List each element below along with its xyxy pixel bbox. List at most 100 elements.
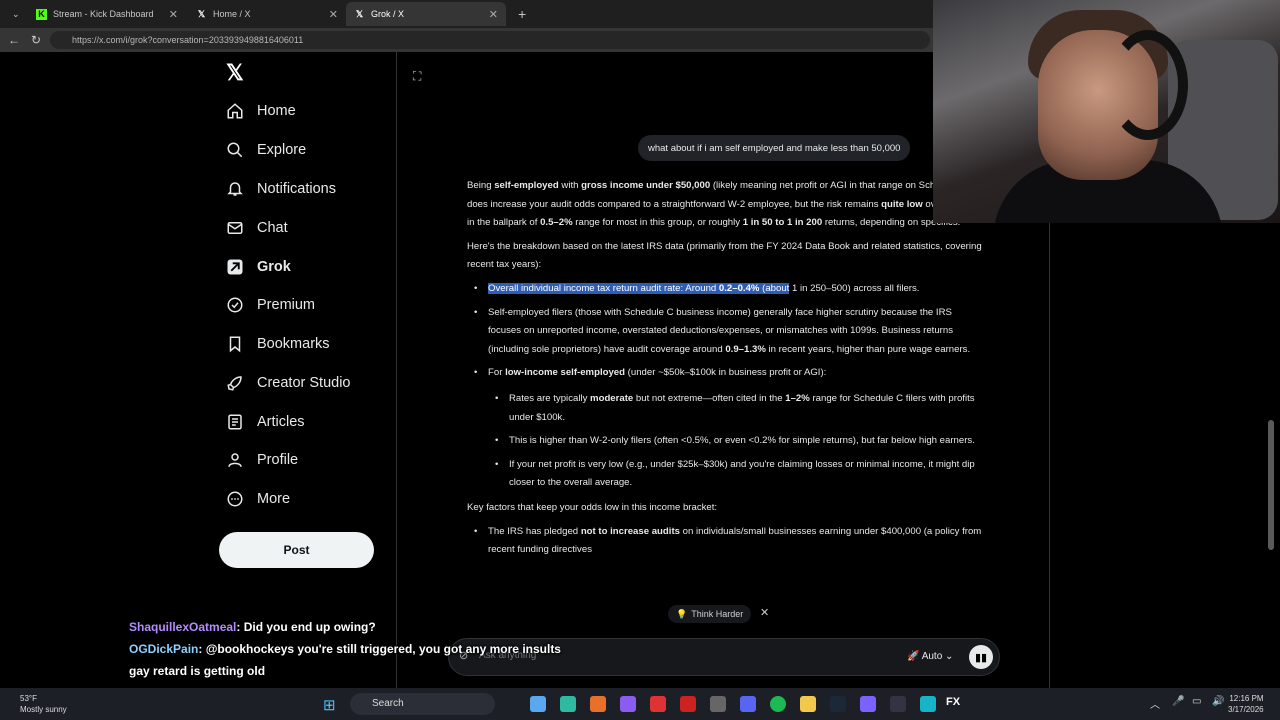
app-icon[interactable] xyxy=(650,696,666,712)
list-item: Rates are typically moderate but not ext… xyxy=(488,390,982,427)
answer-list: The IRS has pledged not to increase audi… xyxy=(467,523,982,560)
chevron-up-icon[interactable]: ︿ xyxy=(1150,696,1166,712)
folder-icon[interactable] xyxy=(800,696,816,712)
person-icon xyxy=(226,451,244,469)
mail-icon xyxy=(226,219,244,237)
tab-list-button[interactable]: ⌄ xyxy=(4,2,24,26)
firefox-icon[interactable] xyxy=(590,696,606,712)
sidebar-item-more[interactable]: More xyxy=(226,484,290,514)
home-icon xyxy=(226,102,244,120)
tab-kick-dashboard[interactable]: K Stream - Kick Dashboard ✕ xyxy=(28,2,186,26)
list-item: For low-income self-employed (under ~$50… xyxy=(467,364,982,493)
tab-label: Grok / X xyxy=(371,9,405,19)
sidebar-item-bookmarks[interactable]: Bookmarks xyxy=(226,329,330,359)
sidebar-nav: 𝕏 Home Explore Notifications Chat Grok P… xyxy=(0,52,397,688)
url-field[interactable]: https://x.com/i/grok?conversation=203393… xyxy=(50,31,930,49)
taskbar-search[interactable]: Search xyxy=(350,693,495,715)
sidebar-item-chat[interactable]: Chat xyxy=(226,213,288,243)
chat-text: : Did you end up owing? xyxy=(236,620,376,634)
edge-icon[interactable] xyxy=(560,696,576,712)
sidebar-item-label: Chat xyxy=(257,220,288,236)
articles-icon xyxy=(226,413,244,431)
address-bar: ← ↻ https://x.com/i/grok?conversation=20… xyxy=(0,28,935,52)
sidebar-item-creator-studio[interactable]: Creator Studio xyxy=(226,368,351,398)
bookmark-icon xyxy=(226,335,244,353)
new-tab-button[interactable]: + xyxy=(510,2,530,26)
chat-message: ShaquillexOatmeal: Did you end up owing? xyxy=(129,616,569,638)
chat-username: OGDickPain xyxy=(129,642,199,656)
mode-select[interactable]: 🚀 Auto ⌄ xyxy=(907,651,953,662)
sidebar-item-home[interactable]: Home xyxy=(226,96,296,126)
tab-home-x[interactable]: 𝕏 Home / X ✕ xyxy=(188,2,346,26)
taskbar: 53°F Mostly sunny ⊞ Search FX ︿ 🎤 ▭ 🔊 12… xyxy=(0,688,1280,720)
kick-icon: K xyxy=(36,8,47,20)
fx-icon[interactable]: FX xyxy=(946,696,962,712)
sidebar-item-label: More xyxy=(257,491,291,507)
think-harder-label: Think Harder xyxy=(691,609,744,619)
app-icon[interactable] xyxy=(680,696,696,712)
webcam-overlay xyxy=(933,0,1280,223)
display-icon[interactable]: ▭ xyxy=(1192,696,1208,712)
voice-icon[interactable]: ▮▮ xyxy=(969,645,993,669)
weather-widget[interactable]: 53°F Mostly sunny xyxy=(20,693,67,715)
bell-icon xyxy=(226,180,244,198)
taskbar-search-label: Search xyxy=(372,698,404,709)
sidebar-item-grok[interactable]: Grok xyxy=(226,252,291,282)
grok-answer: Being self-employed with gross income un… xyxy=(467,177,982,565)
answer-list: Overall individual income tax return aud… xyxy=(467,280,982,493)
clock-date: 3/17/2026 xyxy=(1228,705,1264,714)
back-icon[interactable]: ← xyxy=(8,33,20,47)
think-harder-chip[interactable]: 💡 Think Harder xyxy=(668,605,752,623)
verified-icon xyxy=(226,296,244,314)
search-icon xyxy=(226,141,244,159)
tab-label: Home / X xyxy=(213,9,251,19)
rocket-icon xyxy=(226,374,244,392)
taskbar-clock[interactable]: 12:16 PM 3/17/2026 xyxy=(1228,693,1264,715)
volume-icon[interactable]: 🔊 xyxy=(1212,696,1228,712)
x-icon: 𝕏 xyxy=(197,8,206,19)
post-button-label: Post xyxy=(283,543,310,557)
sidebar-item-articles[interactable]: Articles xyxy=(226,407,305,437)
close-icon[interactable]: ✕ xyxy=(169,8,178,21)
app-icon[interactable] xyxy=(710,696,726,712)
app-icon[interactable] xyxy=(620,696,636,712)
sidebar-item-profile[interactable]: Profile xyxy=(226,445,298,475)
weather-text: Mostly sunny xyxy=(20,705,67,714)
steam-icon[interactable] xyxy=(830,696,846,712)
more-icon xyxy=(226,490,244,508)
stream-chat-overlay: ShaquillexOatmeal: Did you end up owing?… xyxy=(129,616,569,682)
sidebar-item-notifications[interactable]: Notifications xyxy=(226,174,336,204)
grok-icon xyxy=(226,258,244,276)
close-icon[interactable]: ✕ xyxy=(489,8,498,21)
app-icon[interactable] xyxy=(860,696,876,712)
answer-paragraph: Here's the breakdown based on the latest… xyxy=(467,240,982,271)
post-button[interactable]: Post xyxy=(219,532,374,568)
tab-grok-x[interactable]: 𝕏 Grok / X ✕ xyxy=(346,2,506,26)
clock-time: 12:16 PM xyxy=(1229,694,1264,703)
spotify-icon[interactable] xyxy=(770,696,786,712)
sidebar-item-label: Home xyxy=(257,103,296,119)
chat-message: OGDickPain: @bookhockeys you're still tr… xyxy=(129,638,569,682)
scrollbar[interactable] xyxy=(1268,420,1274,550)
app-icon[interactable] xyxy=(920,696,936,712)
mode-label: Auto xyxy=(921,651,943,662)
app-icon[interactable] xyxy=(890,696,906,712)
close-icon[interactable]: ✕ xyxy=(329,8,338,21)
close-icon[interactable]: ✕ xyxy=(760,606,769,619)
sidebar-item-premium[interactable]: Premium xyxy=(226,290,315,320)
windows-start-icon[interactable]: ⊞ xyxy=(323,696,339,714)
chat-username: ShaquillexOatmeal xyxy=(129,620,237,634)
sidebar-item-explore[interactable]: Explore xyxy=(226,135,306,165)
app-icon[interactable] xyxy=(530,696,546,712)
discord-icon[interactable] xyxy=(740,696,756,712)
answer-paragraph: Being self-employed with gross income un… xyxy=(467,180,977,229)
mic-icon[interactable]: 🎤 xyxy=(1172,696,1188,712)
expand-icon[interactable]: ⛶ xyxy=(413,69,421,84)
x-logo-icon[interactable]: 𝕏 xyxy=(226,60,244,86)
sidebar-item-label: Grok xyxy=(257,259,291,275)
reload-icon[interactable]: ↻ xyxy=(31,33,41,47)
sidebar-item-label: Creator Studio xyxy=(257,375,351,391)
sub-list: Rates are typically moderate but not ext… xyxy=(488,390,982,493)
weather-temp: 53°F xyxy=(20,694,37,703)
list-item: This is higher than W-2-only filers (oft… xyxy=(488,432,982,451)
